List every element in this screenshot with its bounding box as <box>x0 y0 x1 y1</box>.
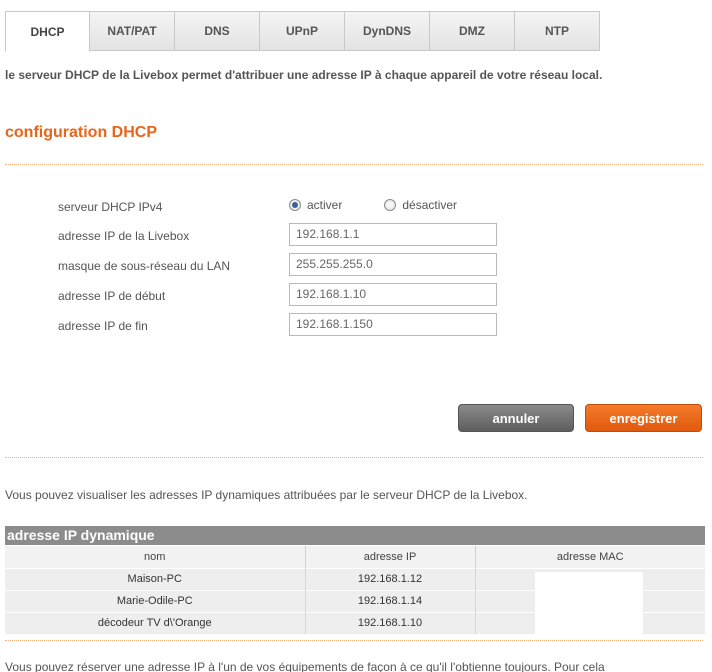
end-ip-label: adresse IP de fin <box>58 319 148 333</box>
save-button[interactable]: enregistrer <box>585 404 702 432</box>
info-text: Vous pouvez visualiser les adresses IP d… <box>5 488 528 502</box>
device-ip: 192.168.1.10 <box>305 611 476 634</box>
tab-bar: DHCP NAT/PAT DNS UPnP DynDNS DMZ NTP <box>5 11 600 52</box>
table-title: adresse IP dynamique <box>5 526 705 545</box>
end-ip-field[interactable]: 192.168.1.150 <box>289 313 497 336</box>
intro-text: le serveur DHCP de la Livebox permet d'a… <box>5 68 603 82</box>
tab-upnp[interactable]: UPnP <box>260 11 345 51</box>
divider <box>5 164 703 165</box>
device-ip: 192.168.1.12 <box>305 567 476 590</box>
column-header-ip: adresse IP <box>305 546 476 568</box>
divider <box>5 640 703 641</box>
ip-label: adresse IP de la Livebox <box>58 229 190 243</box>
table-header-row: nom adresse IP adresse MAC <box>5 546 705 568</box>
activate-radio[interactable] <box>289 199 301 211</box>
reservation-text: Vous pouvez réserver une adresse IP à l'… <box>5 660 605 672</box>
activate-label: activer <box>307 198 343 212</box>
start-ip-label: adresse IP de début <box>58 289 166 303</box>
device-name: Marie-Odile-PC <box>5 589 306 612</box>
device-name: décodeur TV d\'Orange <box>5 611 306 634</box>
start-ip-field[interactable]: 192.168.1.10 <box>289 283 497 306</box>
cancel-button[interactable]: annuler <box>458 404 574 432</box>
redacted-mac-area <box>535 572 643 634</box>
ip-field[interactable]: 192.168.1.1 <box>289 223 497 246</box>
dhcp-radio-group: activer désactiver <box>289 198 457 212</box>
dhcp-server-label: serveur DHCP IPv4 <box>58 200 163 214</box>
column-header-mac: adresse MAC <box>475 546 705 568</box>
tab-dhcp[interactable]: DHCP <box>5 11 90 52</box>
tab-ntp[interactable]: NTP <box>515 11 600 51</box>
tab-dns[interactable]: DNS <box>175 11 260 51</box>
column-header-name: nom <box>5 546 306 568</box>
divider <box>5 457 703 458</box>
deactivate-label: désactiver <box>402 198 458 212</box>
section-title: configuration DHCP <box>5 124 157 141</box>
mask-label: masque de sous-réseau du LAN <box>58 259 231 273</box>
tab-dyndns[interactable]: DynDNS <box>345 11 430 51</box>
device-ip: 192.168.1.14 <box>305 589 476 612</box>
mask-field[interactable]: 255.255.255.0 <box>289 253 497 276</box>
tab-dmz[interactable]: DMZ <box>430 11 515 51</box>
deactivate-radio[interactable] <box>384 199 397 211</box>
tab-nat-pat[interactable]: NAT/PAT <box>90 11 175 51</box>
device-name: Maison-PC <box>5 567 306 590</box>
